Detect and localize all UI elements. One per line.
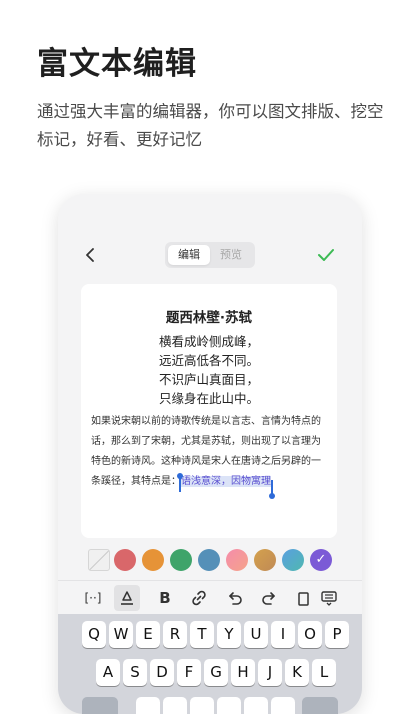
text-selection[interactable]: 语浅意深，因物寓理 [177,473,275,499]
swatch-no-color[interactable] [88,549,110,571]
key-l[interactable]: L [312,659,336,686]
blank-fill-button[interactable]: [··] [80,585,106,611]
mode-switch: 编辑 预览 [165,242,255,268]
key-a[interactable]: A [96,659,120,686]
selection-start-handle[interactable] [177,473,183,492]
undo-button[interactable] [222,585,248,611]
format-toolbar: [··] B [58,580,362,615]
swatch-orange[interactable] [142,549,164,571]
link-button[interactable] [186,585,212,611]
key-g[interactable]: G [204,659,228,686]
tab-edit[interactable]: 编辑 [168,245,210,265]
body-paragraph[interactable]: 如果说宋朝以前的诗歌传统是以言志、言情为特点的话，那么到了宋朝，尤其是苏轼，则出… [91,412,329,499]
swatch-purple[interactable] [310,549,332,571]
color-palette [58,542,362,580]
key-s[interactable]: S [123,659,147,686]
swatch-pink[interactable] [226,549,248,571]
highlighted-text: 语浅意深，因物寓理 [181,476,271,487]
key-e[interactable]: E [136,621,160,648]
check-icon [318,249,334,261]
poem-line: 横看成岭侧成峰， [158,334,259,349]
chevron-left-icon [86,248,94,262]
swatch-red[interactable] [114,549,136,571]
poem-lines: 横看成岭侧成峰， 远近高低各不同。 不识庐山真面目， 只缘身在此山中。 [81,332,337,408]
key-f[interactable]: F [177,659,201,686]
bold-button[interactable]: B [152,585,178,611]
swatch-gold[interactable] [254,549,276,571]
blank-fill-icon: [··] [84,591,102,605]
link-icon [192,590,206,606]
bold-icon: B [159,589,171,607]
key-y[interactable]: Y [217,621,241,648]
key-j[interactable]: J [258,659,282,686]
tab-preview[interactable]: 预览 [210,245,252,265]
clear-format-button[interactable] [290,585,316,611]
swatch-blue[interactable] [198,549,220,571]
promo-title: 富文本编辑 [37,46,197,82]
poem-line: 不识庐山真面目， [158,372,259,387]
key-o[interactable]: O [298,621,322,648]
key-i[interactable]: I [271,621,295,648]
keyboard-hide-icon [321,591,337,606]
key-r[interactable]: R [163,621,187,648]
key-k[interactable]: K [285,659,309,686]
key-t[interactable]: T [190,621,214,648]
redo-button[interactable] [256,585,282,611]
swatch-teal-blue[interactable] [282,549,304,571]
editor-header: 编辑 预览 [58,194,362,274]
clear-icon [298,592,309,606]
back-button[interactable] [82,246,100,264]
key-q[interactable]: Q [82,621,106,648]
phone-mockup: 编辑 预览 题西林壁·苏轼 横看成岭侧成峰， 远近高低各不同。 不识庐山真面目，… [58,194,362,714]
key-w[interactable]: W [109,621,133,648]
key-u[interactable]: U [244,621,268,648]
key-d[interactable]: D [150,659,174,686]
selection-end-handle[interactable] [269,480,275,499]
key-h[interactable]: H [231,659,255,686]
poem-title: 题西林壁·苏轼 [165,310,253,326]
promo-description: 通过强大丰富的编辑器，你可以图文排版、挖空标记，好看、更好记忆 [37,102,384,149]
confirm-button[interactable] [316,245,336,265]
poem-line: 远近高低各不同。 [158,353,259,368]
swatch-green[interactable] [170,549,192,571]
undo-icon [229,592,242,605]
redo-icon [262,592,275,605]
document-area[interactable]: 题西林壁·苏轼 横看成岭侧成峰， 远近高低各不同。 不识庐山真面目， 只缘身在此… [81,284,337,538]
on-screen-keyboard: Q W E R T Y U I O P A S D F G H J K L [58,614,362,714]
highlight-icon [121,591,133,605]
poem-line: 只缘身在此山中。 [158,391,259,406]
key-p[interactable]: P [325,621,349,648]
hide-keyboard-button[interactable] [316,585,342,611]
highlight-button[interactable] [114,585,140,611]
